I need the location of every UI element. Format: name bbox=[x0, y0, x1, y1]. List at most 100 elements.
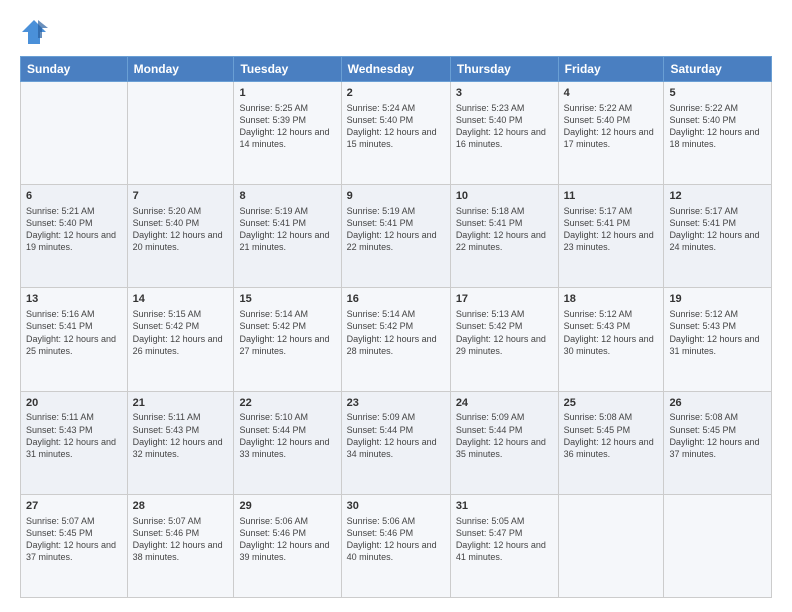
calendar-cell: 22Sunrise: 5:10 AM Sunset: 5:44 PM Dayli… bbox=[234, 391, 341, 494]
day-info: Sunrise: 5:07 AM Sunset: 5:45 PM Dayligh… bbox=[26, 515, 122, 564]
day-number: 3 bbox=[456, 86, 553, 101]
day-info: Sunrise: 5:10 AM Sunset: 5:44 PM Dayligh… bbox=[239, 411, 335, 460]
calendar-week-row: 13Sunrise: 5:16 AM Sunset: 5:41 PM Dayli… bbox=[21, 288, 772, 391]
calendar-cell: 23Sunrise: 5:09 AM Sunset: 5:44 PM Dayli… bbox=[341, 391, 450, 494]
day-number: 26 bbox=[669, 396, 766, 411]
day-number: 13 bbox=[26, 292, 122, 307]
day-info: Sunrise: 5:19 AM Sunset: 5:41 PM Dayligh… bbox=[347, 205, 445, 254]
calendar-cell: 11Sunrise: 5:17 AM Sunset: 5:41 PM Dayli… bbox=[558, 185, 664, 288]
calendar-cell: 24Sunrise: 5:09 AM Sunset: 5:44 PM Dayli… bbox=[450, 391, 558, 494]
calendar-week-row: 6Sunrise: 5:21 AM Sunset: 5:40 PM Daylig… bbox=[21, 185, 772, 288]
day-number: 2 bbox=[347, 86, 445, 101]
day-info: Sunrise: 5:19 AM Sunset: 5:41 PM Dayligh… bbox=[239, 205, 335, 254]
calendar-cell: 29Sunrise: 5:06 AM Sunset: 5:46 PM Dayli… bbox=[234, 494, 341, 597]
calendar-cell bbox=[664, 494, 772, 597]
day-number: 22 bbox=[239, 396, 335, 411]
calendar-page: SundayMondayTuesdayWednesdayThursdayFrid… bbox=[0, 0, 792, 612]
day-number: 31 bbox=[456, 499, 553, 514]
calendar-cell: 7Sunrise: 5:20 AM Sunset: 5:40 PM Daylig… bbox=[127, 185, 234, 288]
calendar-cell bbox=[127, 82, 234, 185]
calendar-cell: 26Sunrise: 5:08 AM Sunset: 5:45 PM Dayli… bbox=[664, 391, 772, 494]
day-number: 28 bbox=[133, 499, 229, 514]
calendar-cell: 10Sunrise: 5:18 AM Sunset: 5:41 PM Dayli… bbox=[450, 185, 558, 288]
day-info: Sunrise: 5:25 AM Sunset: 5:39 PM Dayligh… bbox=[239, 102, 335, 151]
weekday-header-sunday: Sunday bbox=[21, 57, 128, 82]
calendar-cell: 31Sunrise: 5:05 AM Sunset: 5:47 PM Dayli… bbox=[450, 494, 558, 597]
day-info: Sunrise: 5:23 AM Sunset: 5:40 PM Dayligh… bbox=[456, 102, 553, 151]
day-number: 12 bbox=[669, 189, 766, 204]
day-number: 9 bbox=[347, 189, 445, 204]
day-info: Sunrise: 5:06 AM Sunset: 5:46 PM Dayligh… bbox=[239, 515, 335, 564]
calendar-cell: 2Sunrise: 5:24 AM Sunset: 5:40 PM Daylig… bbox=[341, 82, 450, 185]
calendar-week-row: 27Sunrise: 5:07 AM Sunset: 5:45 PM Dayli… bbox=[21, 494, 772, 597]
day-number: 24 bbox=[456, 396, 553, 411]
calendar-cell: 4Sunrise: 5:22 AM Sunset: 5:40 PM Daylig… bbox=[558, 82, 664, 185]
day-number: 6 bbox=[26, 189, 122, 204]
day-info: Sunrise: 5:24 AM Sunset: 5:40 PM Dayligh… bbox=[347, 102, 445, 151]
day-info: Sunrise: 5:21 AM Sunset: 5:40 PM Dayligh… bbox=[26, 205, 122, 254]
day-info: Sunrise: 5:17 AM Sunset: 5:41 PM Dayligh… bbox=[564, 205, 659, 254]
calendar-cell: 21Sunrise: 5:11 AM Sunset: 5:43 PM Dayli… bbox=[127, 391, 234, 494]
day-info: Sunrise: 5:13 AM Sunset: 5:42 PM Dayligh… bbox=[456, 308, 553, 357]
day-info: Sunrise: 5:15 AM Sunset: 5:42 PM Dayligh… bbox=[133, 308, 229, 357]
day-info: Sunrise: 5:09 AM Sunset: 5:44 PM Dayligh… bbox=[456, 411, 553, 460]
calendar-cell: 15Sunrise: 5:14 AM Sunset: 5:42 PM Dayli… bbox=[234, 288, 341, 391]
day-info: Sunrise: 5:17 AM Sunset: 5:41 PM Dayligh… bbox=[669, 205, 766, 254]
calendar-cell: 18Sunrise: 5:12 AM Sunset: 5:43 PM Dayli… bbox=[558, 288, 664, 391]
calendar-cell: 5Sunrise: 5:22 AM Sunset: 5:40 PM Daylig… bbox=[664, 82, 772, 185]
calendar-cell: 19Sunrise: 5:12 AM Sunset: 5:43 PM Dayli… bbox=[664, 288, 772, 391]
day-info: Sunrise: 5:07 AM Sunset: 5:46 PM Dayligh… bbox=[133, 515, 229, 564]
day-info: Sunrise: 5:09 AM Sunset: 5:44 PM Dayligh… bbox=[347, 411, 445, 460]
day-info: Sunrise: 5:22 AM Sunset: 5:40 PM Dayligh… bbox=[669, 102, 766, 151]
calendar-cell: 8Sunrise: 5:19 AM Sunset: 5:41 PM Daylig… bbox=[234, 185, 341, 288]
calendar-cell bbox=[558, 494, 664, 597]
weekday-header-row: SundayMondayTuesdayWednesdayThursdayFrid… bbox=[21, 57, 772, 82]
day-info: Sunrise: 5:14 AM Sunset: 5:42 PM Dayligh… bbox=[347, 308, 445, 357]
day-info: Sunrise: 5:05 AM Sunset: 5:47 PM Dayligh… bbox=[456, 515, 553, 564]
day-info: Sunrise: 5:18 AM Sunset: 5:41 PM Dayligh… bbox=[456, 205, 553, 254]
day-number: 1 bbox=[239, 86, 335, 101]
day-number: 5 bbox=[669, 86, 766, 101]
weekday-header-saturday: Saturday bbox=[664, 57, 772, 82]
weekday-header-tuesday: Tuesday bbox=[234, 57, 341, 82]
day-number: 25 bbox=[564, 396, 659, 411]
logo bbox=[20, 18, 52, 46]
day-info: Sunrise: 5:16 AM Sunset: 5:41 PM Dayligh… bbox=[26, 308, 122, 357]
calendar-cell: 3Sunrise: 5:23 AM Sunset: 5:40 PM Daylig… bbox=[450, 82, 558, 185]
day-number: 29 bbox=[239, 499, 335, 514]
day-info: Sunrise: 5:20 AM Sunset: 5:40 PM Dayligh… bbox=[133, 205, 229, 254]
day-number: 20 bbox=[26, 396, 122, 411]
day-number: 17 bbox=[456, 292, 553, 307]
day-info: Sunrise: 5:12 AM Sunset: 5:43 PM Dayligh… bbox=[564, 308, 659, 357]
calendar-cell: 27Sunrise: 5:07 AM Sunset: 5:45 PM Dayli… bbox=[21, 494, 128, 597]
day-number: 23 bbox=[347, 396, 445, 411]
calendar-cell: 28Sunrise: 5:07 AM Sunset: 5:46 PM Dayli… bbox=[127, 494, 234, 597]
calendar-cell bbox=[21, 82, 128, 185]
logo-icon bbox=[20, 18, 48, 46]
calendar-cell: 25Sunrise: 5:08 AM Sunset: 5:45 PM Dayli… bbox=[558, 391, 664, 494]
day-number: 8 bbox=[239, 189, 335, 204]
calendar-table: SundayMondayTuesdayWednesdayThursdayFrid… bbox=[20, 56, 772, 598]
day-number: 18 bbox=[564, 292, 659, 307]
day-number: 19 bbox=[669, 292, 766, 307]
day-number: 16 bbox=[347, 292, 445, 307]
day-number: 4 bbox=[564, 86, 659, 101]
day-info: Sunrise: 5:08 AM Sunset: 5:45 PM Dayligh… bbox=[669, 411, 766, 460]
day-number: 27 bbox=[26, 499, 122, 514]
day-number: 11 bbox=[564, 189, 659, 204]
weekday-header-thursday: Thursday bbox=[450, 57, 558, 82]
calendar-cell: 20Sunrise: 5:11 AM Sunset: 5:43 PM Dayli… bbox=[21, 391, 128, 494]
calendar-cell: 13Sunrise: 5:16 AM Sunset: 5:41 PM Dayli… bbox=[21, 288, 128, 391]
day-info: Sunrise: 5:22 AM Sunset: 5:40 PM Dayligh… bbox=[564, 102, 659, 151]
day-number: 15 bbox=[239, 292, 335, 307]
calendar-cell: 16Sunrise: 5:14 AM Sunset: 5:42 PM Dayli… bbox=[341, 288, 450, 391]
day-number: 21 bbox=[133, 396, 229, 411]
calendar-cell: 1Sunrise: 5:25 AM Sunset: 5:39 PM Daylig… bbox=[234, 82, 341, 185]
day-info: Sunrise: 5:11 AM Sunset: 5:43 PM Dayligh… bbox=[133, 411, 229, 460]
day-number: 10 bbox=[456, 189, 553, 204]
day-info: Sunrise: 5:14 AM Sunset: 5:42 PM Dayligh… bbox=[239, 308, 335, 357]
weekday-header-friday: Friday bbox=[558, 57, 664, 82]
calendar-cell: 12Sunrise: 5:17 AM Sunset: 5:41 PM Dayli… bbox=[664, 185, 772, 288]
header bbox=[20, 18, 772, 46]
day-number: 7 bbox=[133, 189, 229, 204]
